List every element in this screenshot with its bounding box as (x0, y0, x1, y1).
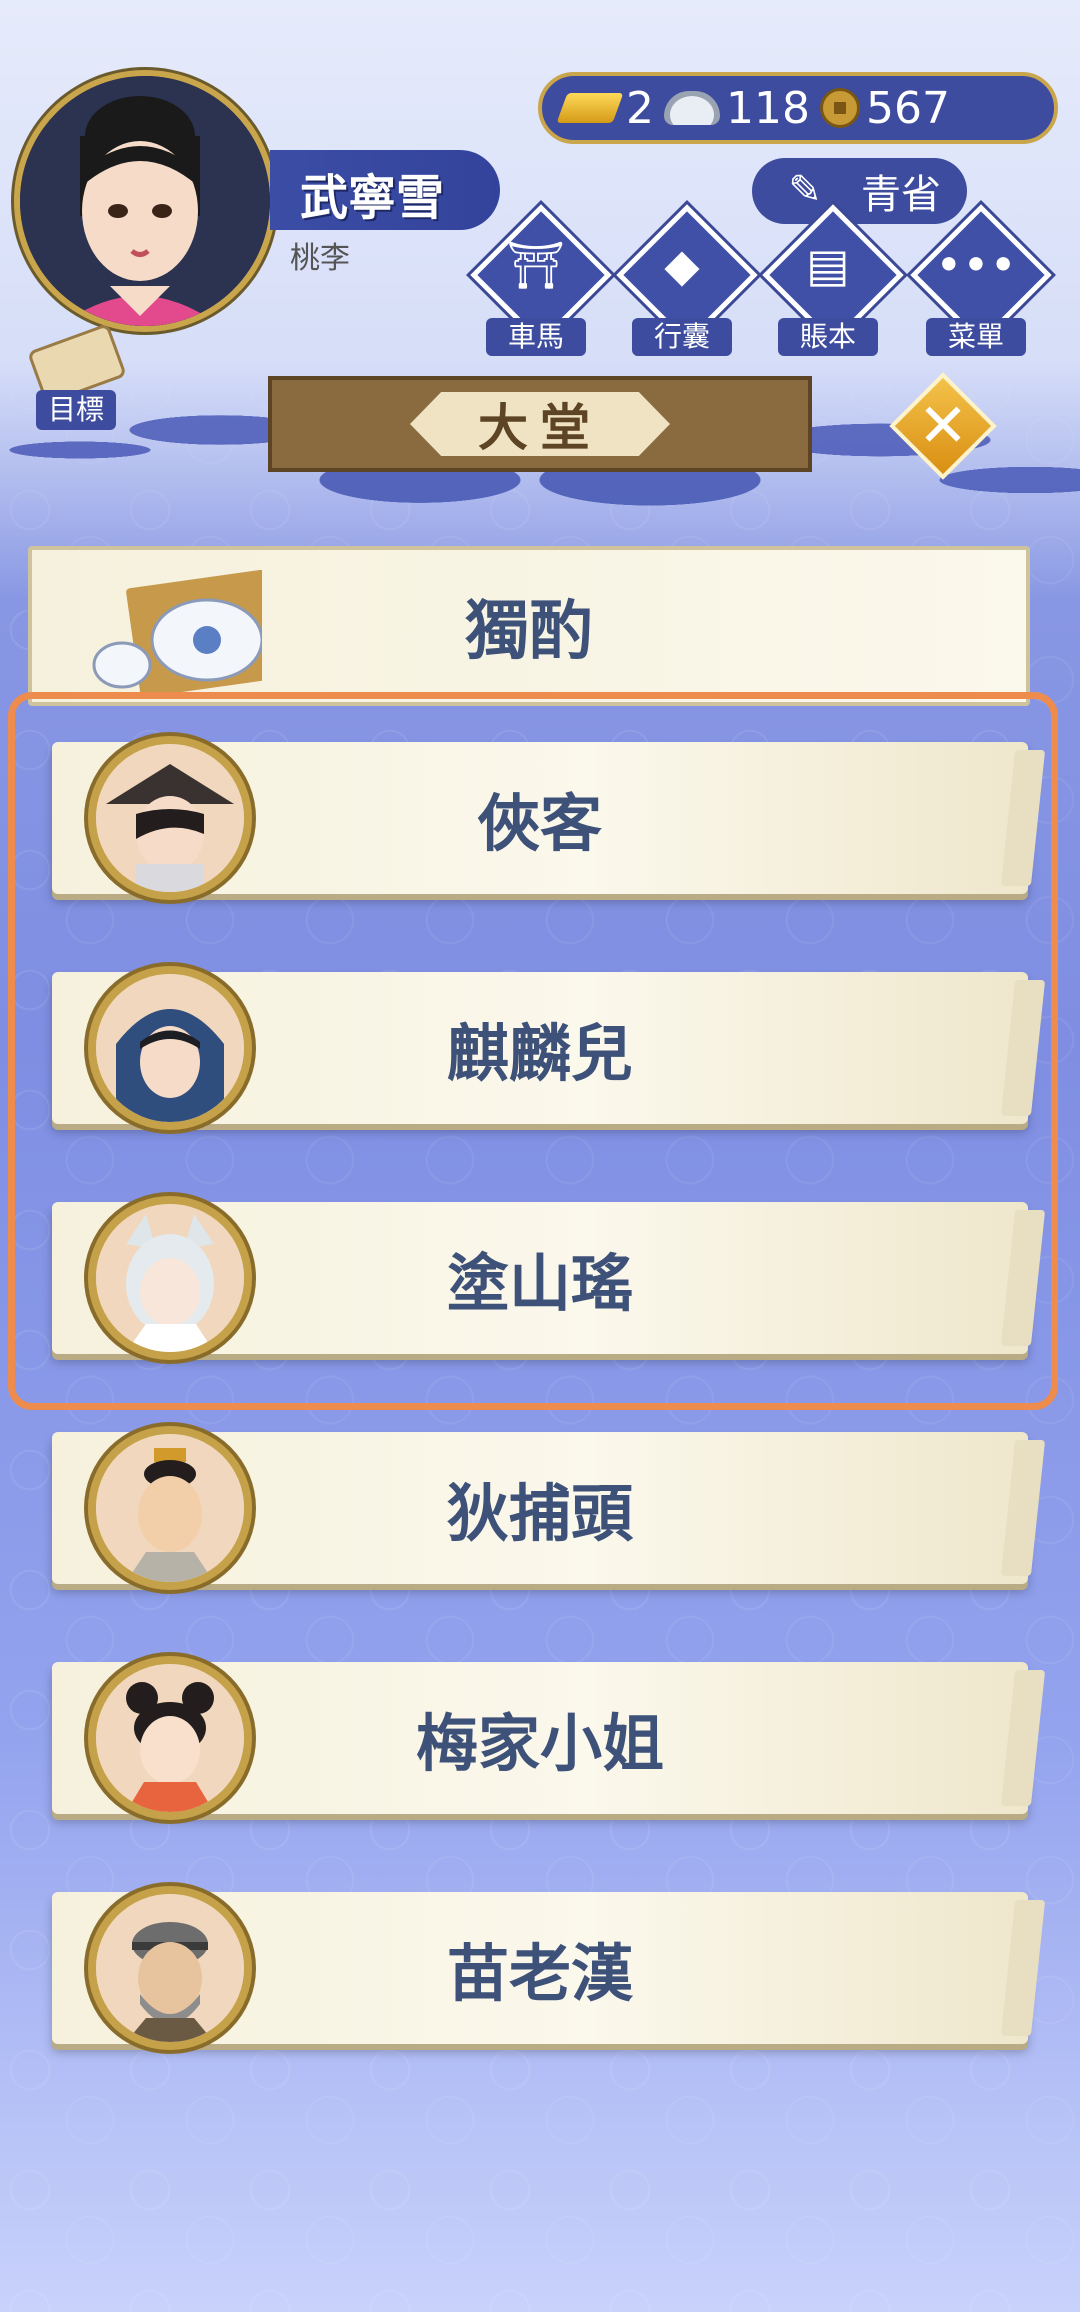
carriage-label: 車馬 (486, 318, 586, 356)
player-avatar[interactable] (14, 70, 276, 332)
reflect-button[interactable]: ✎ 青省 (752, 158, 967, 224)
goal-label: 目標 (36, 390, 116, 430)
menu-button[interactable]: ••• 菜單 (906, 204, 1052, 360)
copper-coin-icon (819, 88, 860, 128)
option-label: 苗老漢 (446, 1937, 633, 2010)
bag-icon: ◆ (664, 238, 700, 292)
hall-title-plate: 大堂 (268, 376, 812, 472)
bag-label: 行囊 (632, 318, 732, 356)
reflect-label: 青省 (861, 172, 941, 218)
gold-amount: 2 (626, 82, 654, 134)
bag-button[interactable]: ◆ 行囊 (612, 204, 758, 360)
option-card[interactable]: 苗老漢 (52, 1886, 1028, 2050)
goal-button[interactable]: 目標 (18, 322, 128, 440)
option-label: 狄捕頭 (446, 1477, 633, 1550)
menu-label: 菜單 (926, 318, 1026, 356)
option-card[interactable]: 狄捕頭 (52, 1426, 1028, 1590)
carriage-icon: ⛩ (506, 238, 566, 292)
ledger-label: 賬本 (778, 318, 878, 356)
option-label: 獨酌 (465, 595, 593, 669)
avatar-portrait-icon (20, 76, 270, 326)
coin-amount: 567 (865, 82, 950, 134)
ledger-button[interactable]: ▤ 賬本 (758, 204, 904, 360)
hall-title: 大堂 (410, 392, 670, 456)
gold-currency: 2 (556, 82, 654, 134)
coin-currency: 567 (819, 82, 950, 134)
player-name: 武寧雪 (300, 170, 445, 226)
highlight-box (8, 692, 1058, 1410)
close-icon[interactable]: ✕ (905, 388, 981, 464)
silver-currency: 118 (664, 83, 810, 134)
currency-bar[interactable]: 2 118 567 (538, 72, 1058, 144)
option-label: 梅家小姐 (415, 1707, 664, 1780)
option-drink-alone[interactable]: 獨酌 (28, 546, 1030, 706)
gold-bar-icon (556, 93, 624, 123)
more-icon: ••• (935, 238, 1017, 292)
option-card[interactable]: 梅家小姐 (52, 1656, 1028, 1820)
silver-ingot-icon (664, 91, 720, 125)
carriage-button[interactable]: ⛩ 車馬 (466, 204, 612, 360)
silver-amount: 118 (726, 82, 810, 134)
ledger-icon: ▤ (806, 238, 850, 292)
player-title: 桃李 (290, 241, 350, 276)
